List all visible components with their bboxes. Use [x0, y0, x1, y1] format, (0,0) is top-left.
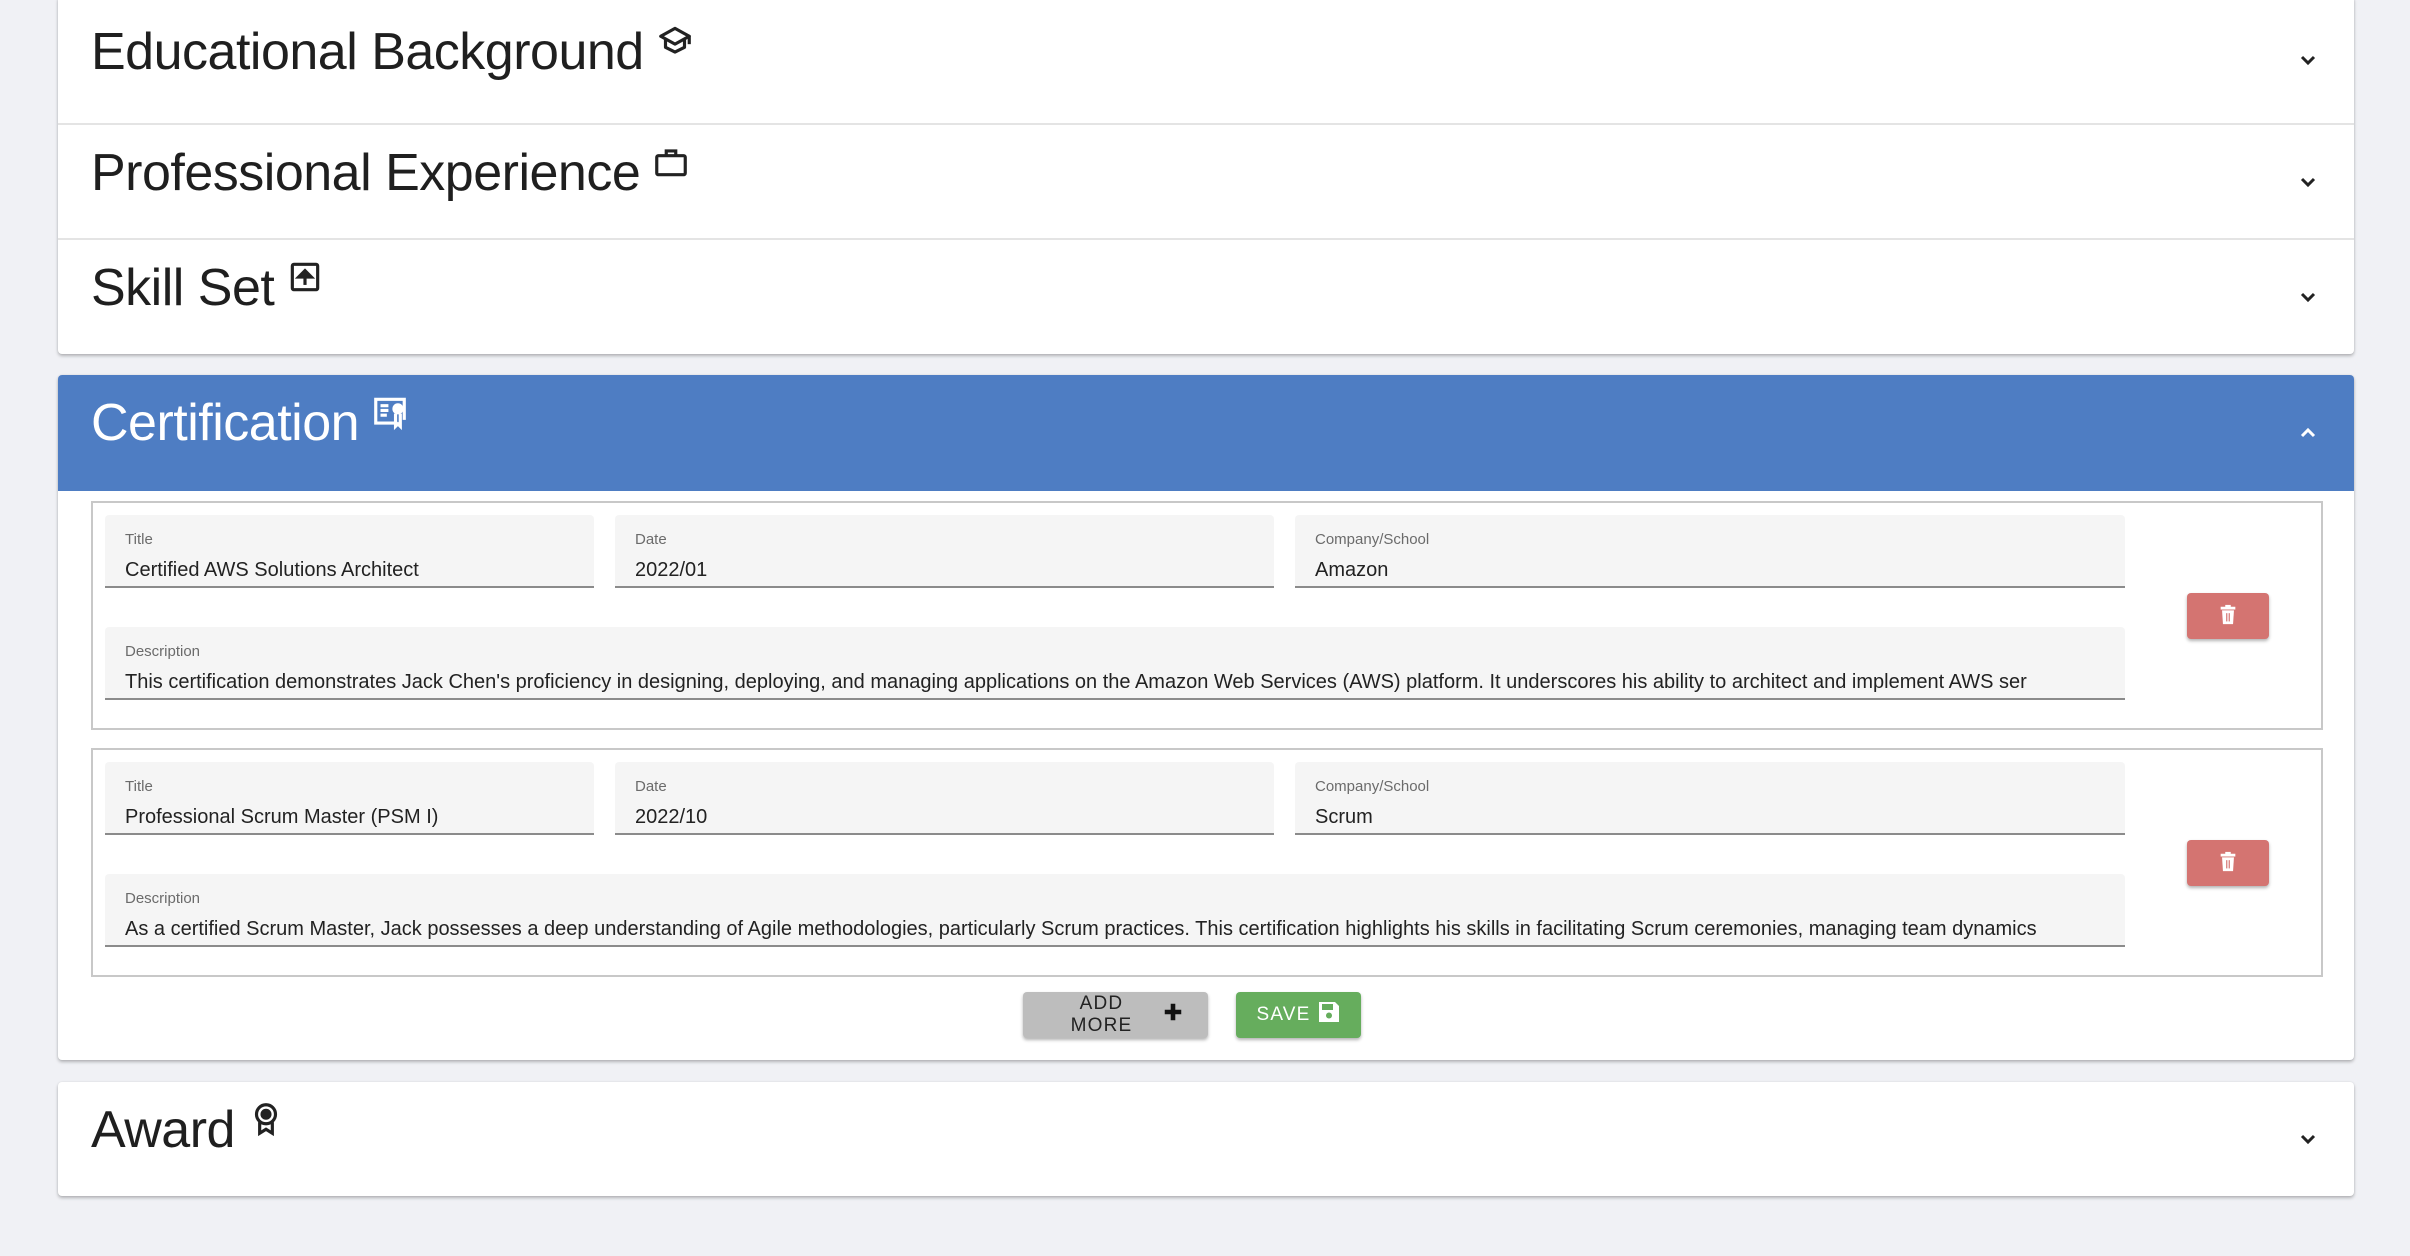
square-arrow-up-icon [286, 258, 324, 296]
certification-item: Title Certified AWS Solutions Architect … [91, 501, 2323, 730]
graduation-cap-icon [656, 22, 694, 60]
add-more-label: ADD MORE [1070, 993, 1133, 1036]
certificate-icon [371, 393, 409, 431]
description-input[interactable]: This certification demonstrates Jack Che… [125, 670, 2105, 694]
field-label: Date [635, 778, 667, 795]
date-input[interactable]: 2022/01 [635, 558, 1254, 582]
accordion-professional-experience[interactable]: Professional Experience [58, 123, 2354, 238]
trash-icon [2217, 850, 2239, 877]
company-field[interactable]: Company/School Amazon [1295, 515, 2125, 588]
company-input[interactable]: Scrum [1315, 805, 2105, 829]
section-title: Educational Background [91, 23, 644, 81]
company-input[interactable]: Amazon [1315, 558, 2105, 582]
chevron-down-icon[interactable] [2296, 1127, 2320, 1151]
delete-button[interactable] [2187, 840, 2269, 886]
title-field[interactable]: Title Certified AWS Solutions Architect [105, 515, 594, 588]
field-label: Description [125, 890, 201, 907]
field-label: Title [125, 778, 153, 795]
floppy-disk-icon [1317, 1000, 1341, 1030]
chevron-down-icon[interactable] [2296, 285, 2320, 309]
add-more-button[interactable]: ADD MORE [1023, 992, 1208, 1038]
date-field[interactable]: Date 2022/01 [615, 515, 1274, 588]
delete-button[interactable] [2187, 593, 2269, 639]
accordion-award[interactable]: Award [58, 1082, 2354, 1196]
accordion-skill-set[interactable]: Skill Set [58, 238, 2354, 353]
award-card: Award [58, 1082, 2354, 1196]
accordion-educational-background[interactable]: Educational Background [58, 0, 2354, 123]
description-field[interactable]: Description This certification demonstra… [105, 627, 2125, 700]
collapsed-sections-card: Educational Background Professional Expe… [58, 0, 2354, 354]
trash-icon [2217, 603, 2239, 630]
briefcase-icon [652, 143, 690, 181]
chevron-down-icon[interactable] [2296, 170, 2320, 194]
certification-body: Title Certified AWS Solutions Architect … [58, 491, 2354, 1060]
section-title: Certification [91, 394, 360, 452]
award-ribbon-icon [247, 1100, 285, 1138]
field-label: Description [125, 643, 201, 660]
section-title: Skill Set [91, 259, 275, 317]
field-label: Company/School [1315, 531, 1430, 548]
certification-item: Title Professional Scrum Master (PSM I) … [91, 748, 2323, 977]
title-input[interactable]: Certified AWS Solutions Architect [125, 558, 574, 582]
date-field[interactable]: Date 2022/10 [615, 762, 1274, 835]
save-label: SAVE [1256, 1004, 1311, 1025]
certification-actions: ADD MORE SAVE [91, 992, 2323, 1048]
company-field[interactable]: Company/School Scrum [1295, 762, 2125, 835]
certification-card: Certification Title Certified AWS Soluti… [58, 375, 2354, 1060]
field-label: Company/School [1315, 778, 1430, 795]
chevron-down-icon[interactable] [2296, 48, 2320, 72]
date-input[interactable]: 2022/10 [635, 805, 1254, 829]
chevron-up-icon[interactable] [2296, 421, 2320, 445]
plus-icon [1162, 1001, 1184, 1029]
field-label: Title [125, 531, 153, 548]
title-input[interactable]: Professional Scrum Master (PSM I) [125, 805, 574, 829]
field-label: Date [635, 531, 667, 548]
accordion-certification[interactable]: Certification [58, 375, 2354, 491]
section-title: Professional Experience [91, 144, 641, 202]
section-title: Award [91, 1101, 235, 1159]
description-input[interactable]: As a certified Scrum Master, Jack posses… [125, 917, 2105, 941]
title-field[interactable]: Title Professional Scrum Master (PSM I) [105, 762, 594, 835]
save-button[interactable]: SAVE [1236, 992, 1361, 1038]
description-field[interactable]: Description As a certified Scrum Master,… [105, 874, 2125, 947]
